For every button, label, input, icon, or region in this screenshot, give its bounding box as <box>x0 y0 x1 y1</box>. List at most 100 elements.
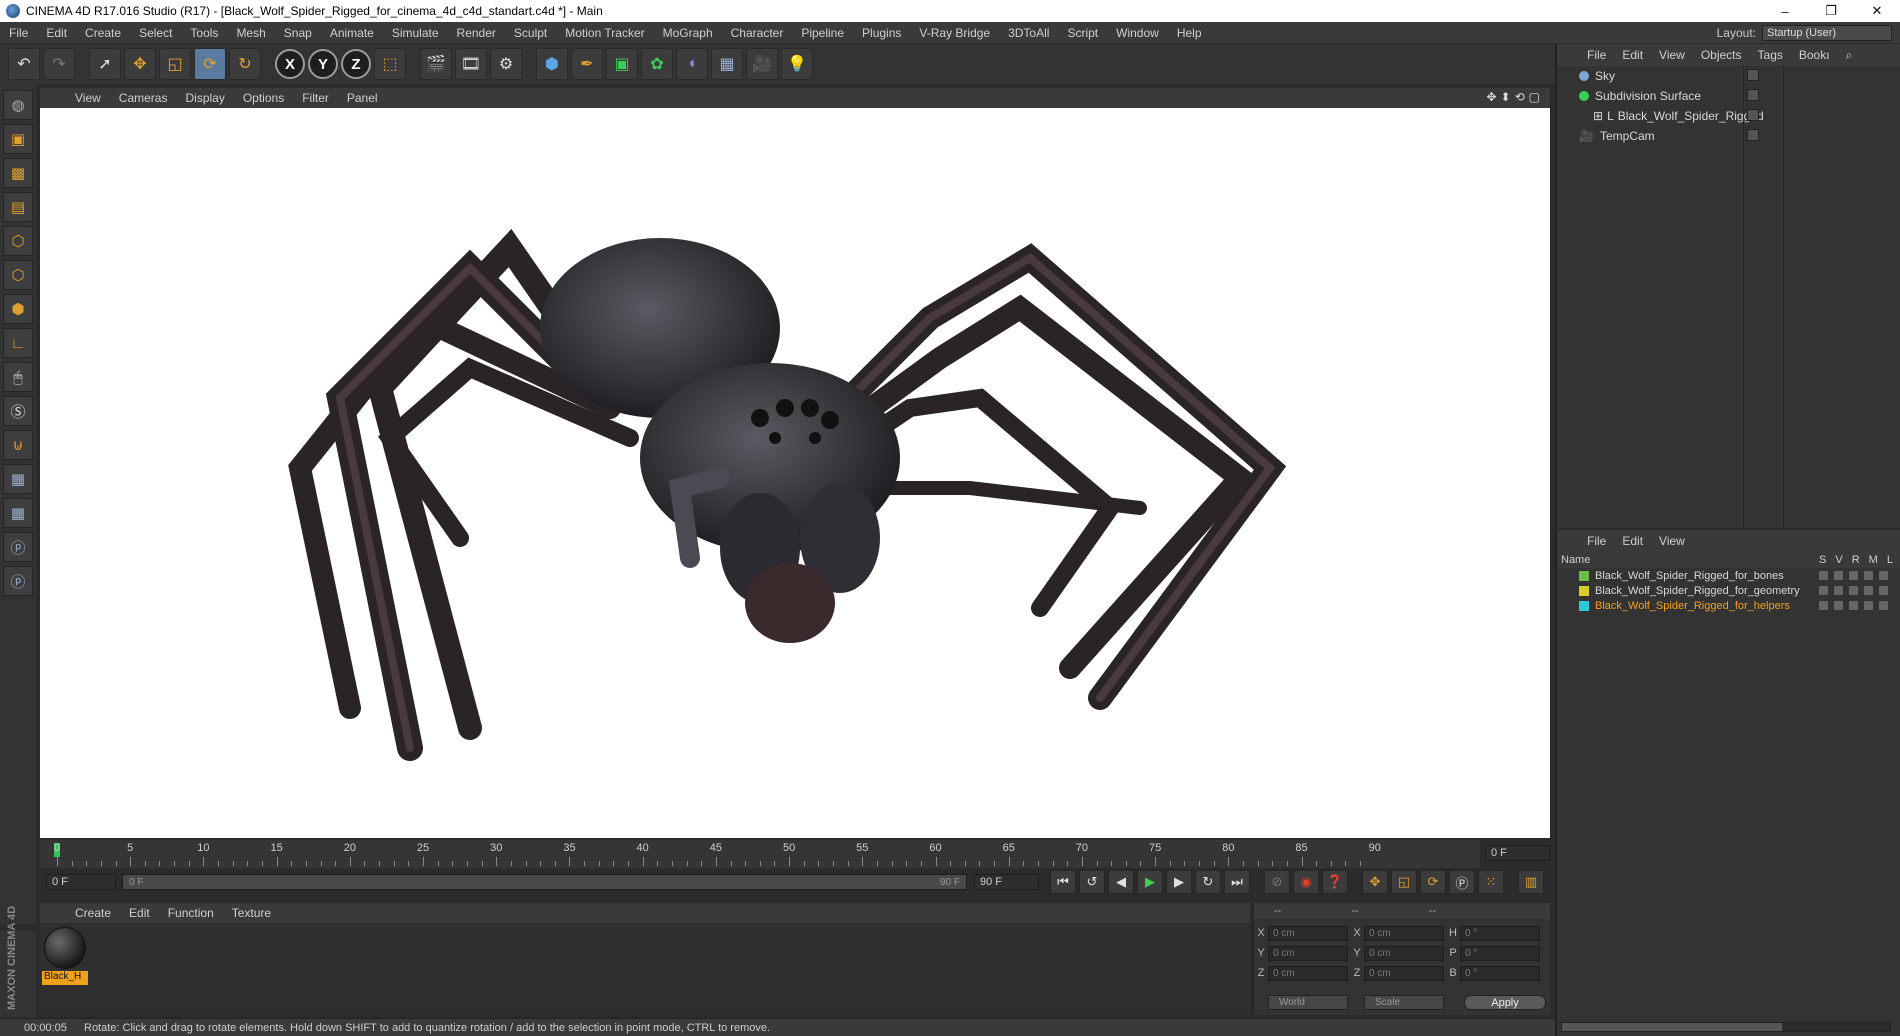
viewport-rotate-icon[interactable]: ⟲ <box>1515 90 1525 104</box>
layer-col-render[interactable]: R <box>1852 554 1860 566</box>
menu-animate[interactable]: Animate <box>321 26 383 40</box>
next-frame-icon[interactable]: ▶ <box>1166 870 1192 894</box>
viewport-pan-icon[interactable]: ✥ <box>1486 90 1496 104</box>
next-key-icon[interactable]: ↻ <box>1195 870 1221 894</box>
object-row-subdivision-surface[interactable]: Subdivision Surface <box>1557 86 1900 106</box>
menu-script[interactable]: Script <box>1058 26 1107 40</box>
snapping-icon[interactable]: Ⓢ <box>3 396 33 426</box>
rotation-b-field[interactable]: 0 ° <box>1460 965 1540 981</box>
render-picture-viewer-icon[interactable]: 🎞 <box>455 48 487 80</box>
preview-range-slider[interactable]: 0 F 90 F <box>122 874 967 890</box>
go-to-end-icon[interactable]: ⏭ <box>1224 870 1250 894</box>
undo-icon[interactable]: ↶ <box>8 48 40 80</box>
key-position-icon[interactable]: ✥ <box>1362 870 1388 894</box>
objects-menu-bookmarks[interactable]: Bookı <box>1791 48 1838 62</box>
layer-scrollbar[interactable] <box>1561 1022 1891 1032</box>
record-off-icon[interactable]: ⊘ <box>1264 870 1290 894</box>
close-button[interactable]: ✕ <box>1854 0 1900 22</box>
viewport-menu-view[interactable]: View <box>66 91 110 105</box>
cloner-icon[interactable]: ✿ <box>641 48 673 80</box>
cube-object-icon[interactable]: ⬢ <box>536 48 568 80</box>
3d-viewport[interactable] <box>40 108 1550 838</box>
key-parameter-icon[interactable]: Ⓟ <box>1449 870 1475 894</box>
menu-tools[interactable]: Tools <box>181 26 227 40</box>
menu-create[interactable]: Create <box>76 26 130 40</box>
render-settings-icon[interactable]: ⚙ <box>490 48 522 80</box>
object-row-tempcam[interactable]: 🎥 TempCam <box>1557 126 1900 146</box>
grid-icon[interactable]: ▦ <box>3 498 33 528</box>
menu-3dtoall[interactable]: 3DToAll <box>999 26 1058 40</box>
coordinate-system-icon[interactable]: ⬚ <box>374 48 406 80</box>
layers-menu-edit[interactable]: Edit <box>1614 534 1651 548</box>
deformer-icon[interactable]: ◖ <box>676 48 708 80</box>
previous-frame-icon[interactable]: ◀ <box>1108 870 1134 894</box>
menu-character[interactable]: Character <box>722 26 793 40</box>
object-search-icon[interactable]: ⌕ <box>1838 48 1861 63</box>
material-menu-create[interactable]: Create <box>66 906 120 920</box>
end-frame-field[interactable]: 90 F <box>974 874 1039 890</box>
menu-motion-tracker[interactable]: Motion Tracker <box>556 26 653 40</box>
menu-pipeline[interactable]: Pipeline <box>792 26 853 40</box>
move-tool-icon[interactable]: ✥ <box>124 48 156 80</box>
texture-mode-icon[interactable]: ▩ <box>3 158 33 188</box>
subdivision-surface-icon[interactable]: ▣ <box>606 48 638 80</box>
material-menu-texture[interactable]: Texture <box>223 906 280 920</box>
select-tool-icon[interactable]: ➚ <box>89 48 121 80</box>
object-row-spider-rig[interactable]: ⊞ L Black_Wolf_Spider_Rigged <box>1557 106 1900 126</box>
autokey-icon[interactable]: ❓ <box>1322 870 1348 894</box>
viewport-zoom-icon[interactable]: ⬍ <box>1501 90 1511 104</box>
record-icon[interactable]: ◉ <box>1293 870 1319 894</box>
layer-col-locked[interactable]: L <box>1887 554 1893 566</box>
key-rotation-icon[interactable]: ⟳ <box>1420 870 1446 894</box>
menu-mesh[interactable]: Mesh <box>227 26 274 40</box>
material-swatch[interactable] <box>44 927 86 969</box>
menu-sculpt[interactable]: Sculpt <box>505 26 556 40</box>
previous-key-icon[interactable]: ↺ <box>1079 870 1105 894</box>
menu-vray-bridge[interactable]: V-Ray Bridge <box>910 26 999 40</box>
y-axis-lock-icon[interactable]: Y <box>308 49 338 79</box>
menu-window[interactable]: Window <box>1107 26 1168 40</box>
workplane-mode-icon[interactable]: ▤ <box>3 192 33 222</box>
key-scale-icon[interactable]: ◱ <box>1391 870 1417 894</box>
edges-mode-icon[interactable]: ⬡ <box>3 260 33 290</box>
rotate-tool-icon[interactable]: ⟳ <box>194 48 226 80</box>
spline-pen-icon[interactable]: ✒ <box>571 48 603 80</box>
layer-row-geometry[interactable]: Black_Wolf_Spider_Rigged_for_geometry <box>1557 583 1900 598</box>
objects-menu-tags[interactable]: Tags <box>1750 48 1791 62</box>
light-icon[interactable]: 💡 <box>781 48 813 80</box>
menu-select[interactable]: Select <box>130 26 181 40</box>
size-mode-dropdown[interactable]: Scale <box>1364 995 1444 1010</box>
axis-mode-icon[interactable]: ∟ <box>3 328 33 358</box>
python-icon[interactable]: ⓟ <box>3 532 33 562</box>
layer-color-swatch[interactable] <box>1579 585 1589 596</box>
timeline-ruler[interactable]: 0 5 10 15 20 25 30 35 40 45 50 55 60 65 70 75 80 85 90 <box>40 840 1480 868</box>
viewport-menu-cameras[interactable]: Cameras <box>110 91 177 105</box>
menu-render[interactable]: Render <box>448 26 505 40</box>
menu-help[interactable]: Help <box>1168 26 1211 40</box>
objects-menu-objects[interactable]: Objects <box>1693 48 1750 62</box>
rotation-p-field[interactable]: 0 ° <box>1460 945 1540 961</box>
layer-color-swatch[interactable] <box>1579 570 1589 581</box>
menu-snap[interactable]: Snap <box>275 26 321 40</box>
material-menu-edit[interactable]: Edit <box>120 906 159 920</box>
z-axis-lock-icon[interactable]: Z <box>341 49 371 79</box>
layers-menu-view[interactable]: View <box>1651 534 1693 548</box>
expand-icon[interactable]: ⊞ <box>1593 109 1603 123</box>
floor-icon[interactable]: ▦ <box>711 48 743 80</box>
objects-menu-edit[interactable]: Edit <box>1614 48 1651 62</box>
coordinate-space-dropdown[interactable]: World <box>1268 995 1348 1010</box>
polygons-mode-icon[interactable]: ⬢ <box>3 294 33 324</box>
render-view-icon[interactable]: 🎬 <box>420 48 452 80</box>
layout-select[interactable]: Startup (User) <box>1762 25 1892 41</box>
material-menu-function[interactable]: Function <box>159 906 223 920</box>
size-y-field[interactable]: 0 cm <box>1364 945 1444 961</box>
redo-icon[interactable]: ↷ <box>43 48 75 80</box>
key-pla-icon[interactable]: ⁙ <box>1478 870 1504 894</box>
layer-row-bones[interactable]: Black_Wolf_Spider_Rigged_for_bones <box>1557 568 1900 583</box>
magnet-icon[interactable]: ⊍ <box>3 430 33 460</box>
layer-row-helpers[interactable]: Black_Wolf_Spider_Rigged_for_helpers <box>1557 598 1900 613</box>
model-mode-icon[interactable]: ▣ <box>3 124 33 154</box>
camera-icon[interactable]: 🎥 <box>746 48 778 80</box>
viewport-menu-filter[interactable]: Filter <box>293 91 338 105</box>
position-x-field[interactable]: 0 cm <box>1268 925 1348 941</box>
